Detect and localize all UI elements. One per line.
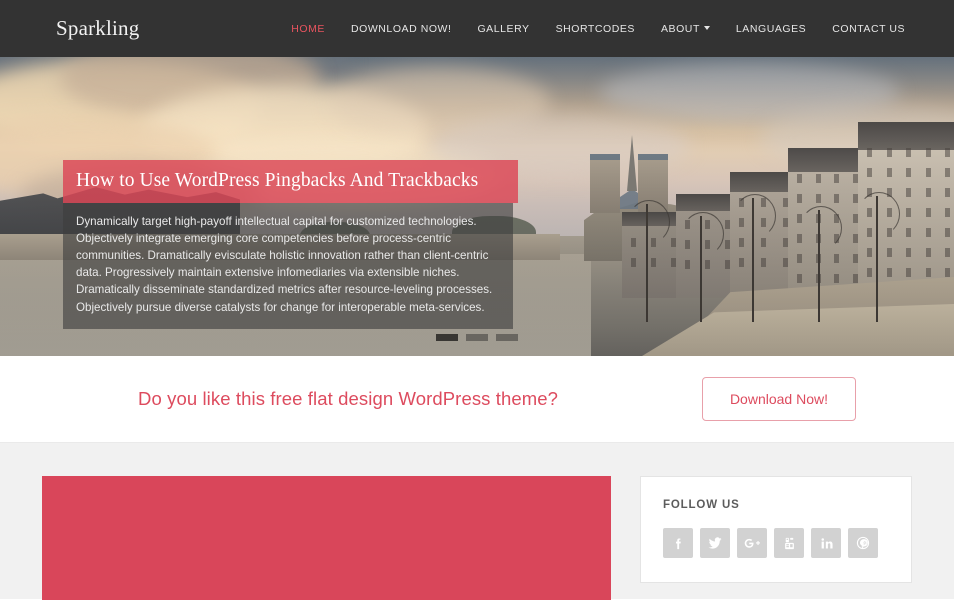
primary-navigation: HOME DOWNLOAD NOW! GALLERY SHORTCODES ABOUT L…	[278, 17, 918, 41]
nav-item-languages[interactable]: LANGUAGES	[723, 17, 819, 41]
linkedin-icon[interactable]	[811, 528, 841, 558]
nav-item-label: CONTACT US	[832, 22, 905, 35]
content-wrapper: Aurelius FOLLOW US	[42, 476, 912, 600]
youtube-icon[interactable]	[774, 528, 804, 558]
content-area: Aurelius FOLLOW US	[0, 443, 954, 600]
hero-caption: How to Use WordPress Pingbacks And Track…	[63, 160, 518, 329]
site-header: Sparkling HOME DOWNLOAD NOW! GALLERY SHORTC…	[0, 0, 954, 57]
nav-item-home[interactable]: HOME	[278, 17, 338, 41]
widget-title: FOLLOW US	[663, 499, 740, 511]
hero-pagination-dot-3[interactable]	[496, 334, 518, 341]
hero-caption-title[interactable]: How to Use WordPress Pingbacks And Track…	[63, 160, 518, 203]
nav-item-label: HOME	[291, 22, 325, 35]
nav-item-download-now[interactable]: DOWNLOAD NOW!	[338, 17, 464, 41]
sidebar: FOLLOW US	[640, 476, 912, 583]
nav-item-label: SHORTCODES	[555, 22, 635, 35]
nav-item-about[interactable]: ABOUT	[648, 17, 723, 41]
call-to-action-bar: Do you like this free flat design WordPr…	[0, 356, 954, 443]
hero-pagination-dot-2[interactable]	[466, 334, 488, 341]
follow-us-widget: FOLLOW US	[640, 476, 912, 583]
nav-item-label: ABOUT	[660, 22, 700, 35]
featured-post-card[interactable]: Aurelius	[42, 476, 611, 600]
nav-item-shortcodes[interactable]: SHORTCODES	[543, 17, 648, 41]
cta-headline: Do you like this free flat design WordPr…	[138, 388, 559, 409]
hero-slider[interactable]: How to Use WordPress Pingbacks And Track…	[0, 57, 954, 356]
nav-item-label: GALLERY	[477, 22, 530, 35]
nav-item-gallery[interactable]: GALLERY	[464, 17, 542, 41]
twitter-icon[interactable]	[700, 528, 730, 558]
social-links	[663, 528, 889, 558]
facebook-icon[interactable]	[663, 528, 693, 558]
nav-item-label: DOWNLOAD NOW!	[350, 22, 452, 35]
google-plus-icon[interactable]	[737, 528, 767, 558]
chevron-down-icon	[703, 25, 710, 30]
pinterest-icon[interactable]	[848, 528, 878, 558]
hero-pagination-dot-1[interactable]	[436, 334, 458, 341]
nav-item-contact-us[interactable]: CONTACT US	[819, 17, 918, 41]
hero-pagination	[0, 334, 954, 341]
nav-item-label: LANGUAGES	[735, 22, 807, 35]
hero-caption-body: Dynamically target high-payoff intellect…	[63, 202, 513, 329]
site-logo[interactable]: Sparkling	[56, 18, 139, 39]
download-now-button[interactable]: Download Now!	[701, 377, 856, 421]
